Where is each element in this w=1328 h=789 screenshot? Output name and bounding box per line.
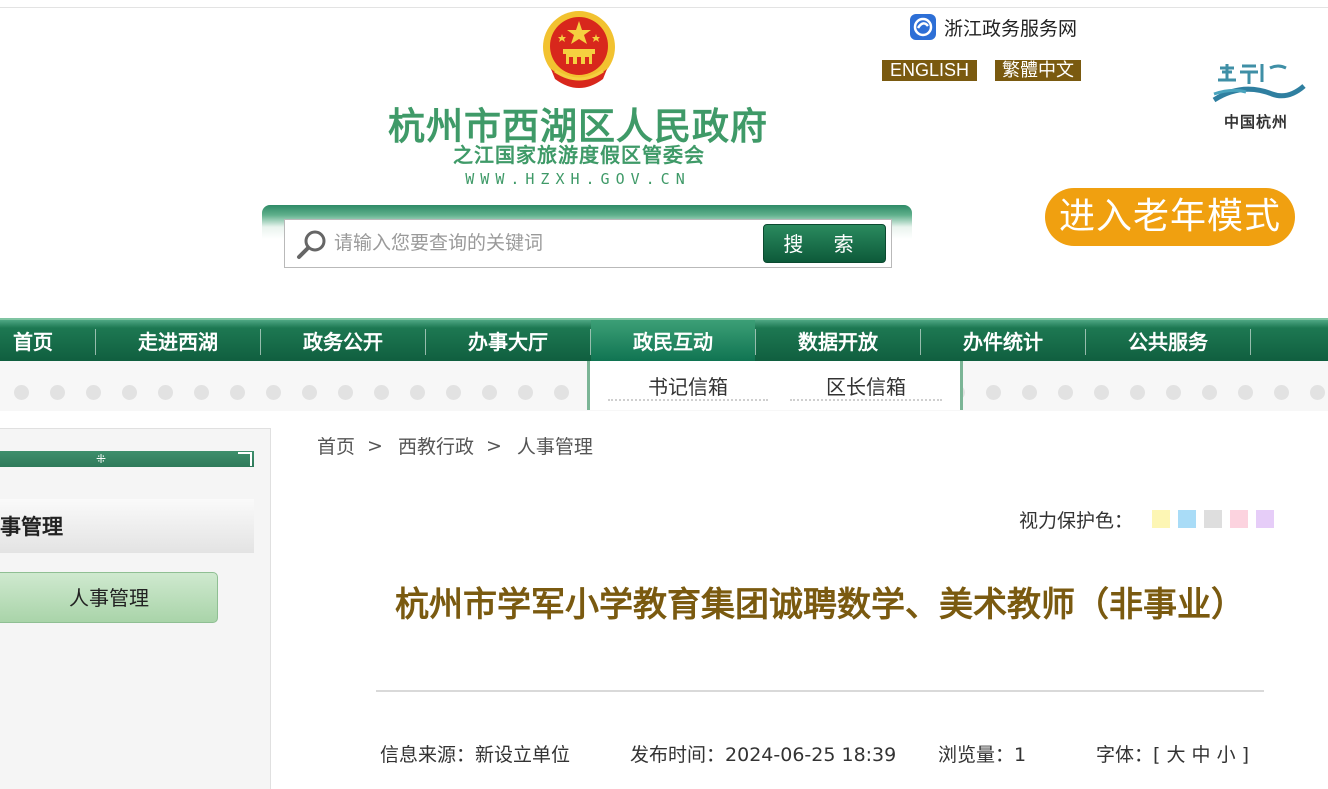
decorative-dot xyxy=(410,385,425,400)
font-small-button[interactable]: 小 xyxy=(1217,744,1236,766)
eye-color-swatch-gray[interactable] xyxy=(1204,510,1222,528)
decorative-dot xyxy=(1238,385,1253,400)
decorative-dot xyxy=(86,385,101,400)
nav-item-gov-affairs[interactable]: 政务公开 xyxy=(261,320,425,361)
decorative-dot xyxy=(14,385,29,400)
china-hangzhou-logo-text: 中国杭州 xyxy=(1223,113,1288,131)
nav-item-statistics[interactable]: 办件统计 xyxy=(921,320,1085,361)
article-source: 信息来源：新设立单位 xyxy=(380,740,570,767)
decorative-dot xyxy=(986,385,1001,400)
sidebar-header-bar xyxy=(0,451,254,467)
top-border xyxy=(0,0,1328,8)
decorative-dot xyxy=(266,385,281,400)
search-input[interactable] xyxy=(334,225,754,261)
breadcrumb-home[interactable]: 首页 xyxy=(317,432,355,459)
page: 杭州市西湖区人民政府 之江国家旅游度假区管委会 WWW.HZXH.GOV.CN … xyxy=(0,0,1328,789)
breadcrumb: 首页 > 西教行政 > 人事管理 xyxy=(317,432,593,459)
decorative-dot xyxy=(1274,385,1289,400)
font-medium-button[interactable]: 中 xyxy=(1192,744,1211,766)
publish-label: 发布时间： xyxy=(630,744,726,766)
english-link[interactable]: ENGLISH xyxy=(882,60,978,81)
decorative-dot xyxy=(1166,385,1181,400)
traditional-chinese-link[interactable]: 繁體中文 xyxy=(995,60,1081,81)
search-icon xyxy=(297,230,326,259)
breadcrumb-hr-management[interactable]: 人事管理 xyxy=(517,432,593,459)
views-label: 浏览量： xyxy=(938,744,1015,766)
eye-color-swatch-purple[interactable] xyxy=(1256,510,1274,528)
nav-item-service-hall[interactable]: 办事大厅 xyxy=(426,320,590,361)
main-nav: 首页 走进西湖 政务公开 办事大厅 政民互动 数据开放 办件统计 公共服务 xyxy=(0,318,1328,361)
submenu-item-district-head-mailbox[interactable]: 区长信箱 xyxy=(790,371,942,401)
article-title: 杭州市学军小学教育集团诚聘数学、美术教师（非事业） xyxy=(395,585,1245,625)
interaction-submenu: 书记信箱 区长信箱 xyxy=(587,361,963,410)
font-size-control: 字体：[ 大 中 小 ] xyxy=(1096,740,1249,767)
submenu-item-secretary-mailbox[interactable]: 书记信箱 xyxy=(608,371,768,401)
decorative-dot xyxy=(482,385,497,400)
sidebar-corner-ornament-icon xyxy=(238,452,252,466)
sidebar-heading-text: 人事管理 xyxy=(0,515,63,539)
decorative-dot xyxy=(1058,385,1073,400)
decorative-dot xyxy=(158,385,173,400)
views-value: 1 xyxy=(1014,744,1027,766)
source-value: 新设立单位 xyxy=(475,744,571,766)
nav-separator xyxy=(1250,329,1251,355)
decorative-dot xyxy=(338,385,353,400)
decorative-dot xyxy=(50,385,65,400)
eye-color-swatch-blue[interactable] xyxy=(1178,510,1196,528)
article-publish-time: 发布时间：2024-06-25 18:39 xyxy=(630,740,896,767)
nav-item-home[interactable]: 首页 xyxy=(0,320,96,361)
decorative-dot xyxy=(1310,385,1325,400)
breadcrumb-separator: > xyxy=(367,434,383,457)
decorative-dot xyxy=(302,385,317,400)
decorative-dot xyxy=(374,385,389,400)
sidebar-ornament-icon: ⁜ xyxy=(96,452,107,466)
zhejiang-service-label: 浙江政务服务网 xyxy=(944,17,1078,40)
nav-item-public-service[interactable]: 公共服务 xyxy=(1086,320,1250,361)
title-divider xyxy=(376,690,1264,692)
decorative-dot xyxy=(1202,385,1217,400)
article-views: 浏览量：1 xyxy=(938,740,1026,767)
national-emblem-icon xyxy=(543,11,615,88)
eye-protection-label: 视力保护色： xyxy=(1019,510,1134,532)
decorative-dot xyxy=(1130,385,1145,400)
zhejiang-service-link[interactable]: 浙江政务服务网 xyxy=(910,13,1077,41)
sidebar-item-hr-management[interactable]: 人事管理 xyxy=(0,572,218,623)
decorative-dot xyxy=(554,385,569,400)
breadcrumb-separator: > xyxy=(485,434,502,457)
decorative-dot xyxy=(1094,385,1109,400)
eye-color-swatch-pink[interactable] xyxy=(1230,510,1248,528)
decorative-dot xyxy=(230,385,245,400)
decorative-dot xyxy=(518,385,533,400)
decorative-dot xyxy=(194,385,209,400)
nav-item-about-xihu[interactable]: 走进西湖 xyxy=(96,320,260,361)
decorative-dot xyxy=(122,385,137,400)
site-subtitle: 之江国家旅游度假区管委会 xyxy=(453,143,705,167)
font-bracket-open: [ xyxy=(1153,744,1161,766)
font-size-label: 字体： xyxy=(1096,744,1154,766)
publish-value: 2024-06-25 18:39 xyxy=(725,744,897,766)
elder-mode-button[interactable]: 进入老年模式 xyxy=(1045,188,1295,246)
search-button[interactable]: 搜 索 xyxy=(763,224,886,263)
eye-color-swatch-yellow[interactable] xyxy=(1152,510,1170,528)
source-label: 信息来源： xyxy=(380,744,476,766)
decorative-dot xyxy=(446,385,461,400)
sidebar-heading: 人事管理 xyxy=(0,499,254,553)
zhejiang-service-icon xyxy=(910,14,936,40)
decorative-dot xyxy=(1022,385,1037,400)
site-url: WWW.HZXH.GOV.CN xyxy=(465,170,691,188)
font-bracket-close: ] xyxy=(1241,744,1250,766)
font-large-button[interactable]: 大 xyxy=(1166,744,1185,766)
breadcrumb-education-admin[interactable]: 西教行政 xyxy=(398,432,474,459)
nav-item-open-data[interactable]: 数据开放 xyxy=(756,320,920,361)
nav-item-interaction[interactable]: 政民互动 xyxy=(591,320,755,361)
